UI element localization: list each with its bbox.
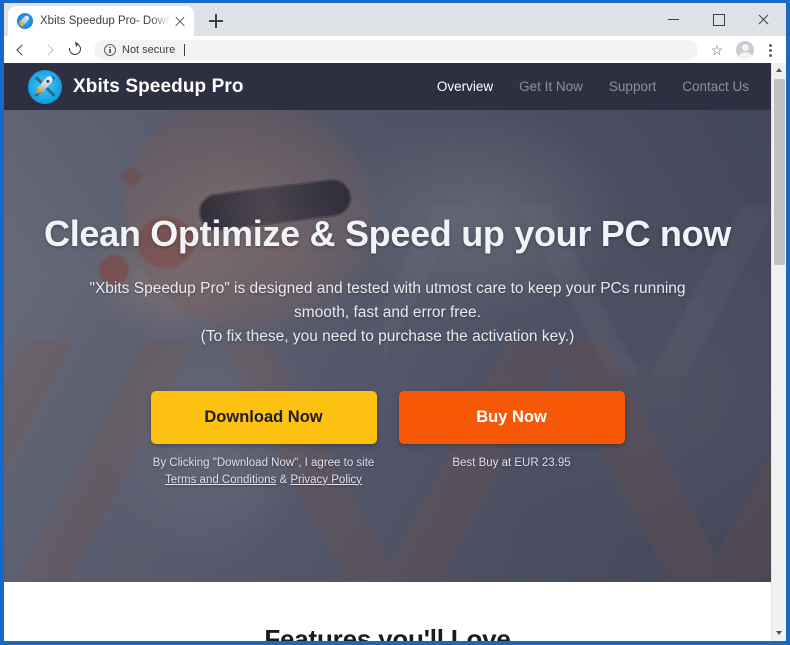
hero-cta-group: Download Now By Clicking "Download Now",… bbox=[150, 391, 625, 488]
hero-subtitle: "Xbits Speedup Pro" is designed and test… bbox=[89, 277, 685, 349]
address-bar[interactable]: Not secure bbox=[94, 39, 698, 60]
reload-button[interactable] bbox=[62, 37, 88, 63]
hero-subtitle-line-2: smooth, fast and error free. bbox=[294, 304, 481, 322]
xbits-favicon-icon bbox=[17, 13, 33, 29]
forward-button[interactable] bbox=[36, 37, 62, 63]
features-section: Features you'll Love With Xbits Speedup … bbox=[4, 582, 771, 641]
nav-item-support[interactable]: Support bbox=[609, 79, 656, 94]
window-controls bbox=[651, 3, 786, 36]
scroll-up-arrow-icon[interactable] bbox=[772, 63, 786, 78]
info-circle-icon[interactable] bbox=[104, 43, 116, 56]
profile-avatar-icon[interactable] bbox=[736, 40, 754, 59]
download-disclaimer-text: By Clicking "Download Now", I agree to s… bbox=[152, 457, 375, 470]
site-brand[interactable]: Xbits Speedup Pro bbox=[28, 69, 244, 104]
minimize-button[interactable] bbox=[651, 3, 696, 36]
tab-strip: Xbits Speedup Pro- Download PC bbox=[4, 3, 786, 36]
scroll-down-arrow-icon[interactable] bbox=[772, 626, 786, 641]
features-title: Features you'll Love bbox=[264, 624, 511, 641]
buy-price-note: Best Buy at EUR 23.95 bbox=[452, 457, 571, 470]
hero-section: Clean Optimize & Speed up your PC now "X… bbox=[4, 110, 771, 582]
nav-item-contact-us[interactable]: Contact Us bbox=[682, 79, 749, 94]
hero-content: Clean Optimize & Speed up your PC now "X… bbox=[4, 110, 771, 582]
hero-title: Clean Optimize & Speed up your PC now bbox=[44, 213, 731, 254]
page-viewport: Xbits Speedup Pro Overview Get It Now Su… bbox=[4, 63, 786, 641]
browser-tab[interactable]: Xbits Speedup Pro- Download PC bbox=[8, 6, 194, 36]
scrollbar-thumb[interactable] bbox=[774, 79, 785, 265]
rocket-logo-icon bbox=[28, 69, 62, 104]
bookmark-star-icon[interactable]: ☆ bbox=[706, 39, 728, 61]
tab-title: Xbits Speedup Pro- Download PC bbox=[40, 15, 170, 27]
site-header: Xbits Speedup Pro Overview Get It Now Su… bbox=[4, 63, 771, 110]
download-disclaimer: By Clicking "Download Now", I agree to s… bbox=[153, 455, 375, 488]
web-page: Xbits Speedup Pro Overview Get It Now Su… bbox=[4, 63, 771, 641]
note-separator: & bbox=[279, 473, 288, 486]
hero-subtitle-line-3: (To fix these, you need to purchase the … bbox=[200, 328, 575, 346]
buy-cta-column: Buy Now Best Buy at EUR 23.95 bbox=[398, 391, 625, 472]
three-dot-menu-icon[interactable] bbox=[762, 39, 778, 61]
hero-subtitle-line-1: "Xbits Speedup Pro" is designed and test… bbox=[89, 280, 686, 297]
url-text-caret bbox=[184, 43, 186, 56]
terms-and-conditions-link[interactable]: Terms and Conditions bbox=[165, 474, 276, 486]
new-tab-button[interactable] bbox=[202, 7, 230, 35]
maximize-button[interactable] bbox=[696, 3, 741, 36]
browser-window: Xbits Speedup Pro- Download PC Not secur… bbox=[0, 0, 790, 645]
brand-name: Xbits Speedup Pro bbox=[73, 75, 244, 97]
page-scrollbar[interactable] bbox=[771, 63, 786, 641]
tab-close-icon[interactable] bbox=[172, 13, 188, 29]
browser-toolbar: Not secure ☆ bbox=[4, 36, 786, 63]
security-status-label: Not secure bbox=[122, 43, 176, 56]
site-nav: Overview Get It Now Support Contact Us bbox=[437, 79, 749, 94]
nav-item-get-it-now[interactable]: Get It Now bbox=[519, 79, 583, 94]
privacy-policy-link[interactable]: Privacy Policy bbox=[290, 474, 362, 486]
nav-item-overview[interactable]: Overview bbox=[437, 79, 493, 94]
back-button[interactable] bbox=[10, 37, 36, 63]
download-now-button[interactable]: Download Now bbox=[150, 391, 377, 445]
download-cta-column: Download Now By Clicking "Download Now",… bbox=[150, 391, 377, 488]
window-close-button[interactable] bbox=[741, 3, 786, 36]
buy-now-button[interactable]: Buy Now bbox=[398, 391, 625, 445]
